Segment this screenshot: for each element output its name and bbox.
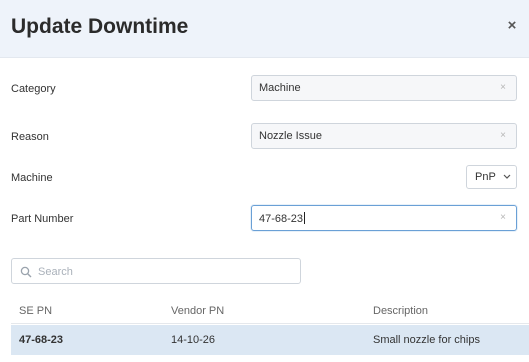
category-select[interactable]: Machine × bbox=[251, 75, 517, 101]
table-header: SE PN Vendor PN Description bbox=[11, 296, 529, 324]
cell-description: Small nozzle for chips bbox=[373, 334, 480, 346]
cell-vendor-pn: 14-10-26 bbox=[171, 334, 216, 346]
table-row[interactable]: 47-68-23 14-10-26 Small nozzle for chips bbox=[11, 325, 529, 355]
column-header-se-pn: SE PN bbox=[19, 305, 53, 317]
category-label: Category bbox=[11, 83, 56, 95]
search-box[interactable] bbox=[11, 258, 301, 284]
close-icon[interactable]: × bbox=[505, 18, 519, 34]
search-input[interactable] bbox=[38, 263, 288, 280]
dialog-title: Update Downtime bbox=[11, 15, 189, 38]
search-icon bbox=[20, 266, 32, 278]
reason-label: Reason bbox=[11, 131, 49, 143]
category-value: Machine bbox=[259, 82, 301, 94]
machine-label: Machine bbox=[11, 172, 53, 184]
part-number-value: 47-68-23 bbox=[259, 212, 306, 225]
column-header-vendor-pn: Vendor PN bbox=[171, 305, 225, 317]
chevron-down-icon bbox=[503, 174, 511, 179]
reason-select[interactable]: Nozzle Issue × bbox=[251, 123, 517, 149]
text-caret bbox=[304, 212, 306, 224]
dialog-header: Update Downtime × bbox=[0, 0, 529, 58]
machine-value: PnP bbox=[475, 171, 496, 183]
category-clear-icon[interactable]: × bbox=[500, 82, 506, 93]
cell-se-pn: 47-68-23 bbox=[19, 334, 64, 346]
reason-clear-icon[interactable]: × bbox=[500, 130, 506, 141]
reason-value: Nozzle Issue bbox=[259, 130, 322, 142]
part-number-clear-icon[interactable]: × bbox=[500, 212, 506, 223]
part-number-label: Part Number bbox=[11, 213, 74, 225]
column-header-description: Description bbox=[373, 305, 429, 317]
part-number-input[interactable]: 47-68-23 × bbox=[251, 205, 517, 231]
machine-dropdown[interactable]: PnP bbox=[466, 165, 517, 189]
